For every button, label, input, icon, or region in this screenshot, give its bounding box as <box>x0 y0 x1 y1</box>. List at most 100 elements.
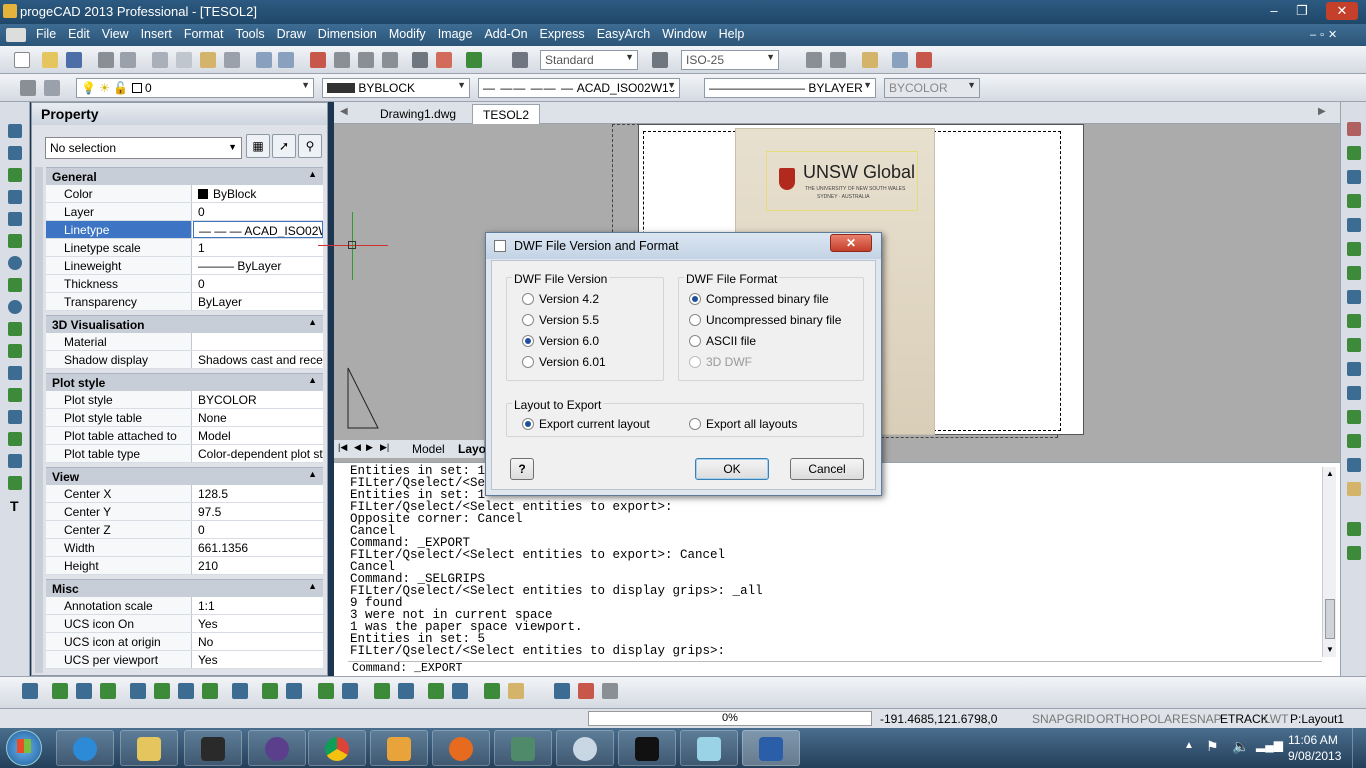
prop-row-ucs-icon-origin[interactable]: UCS icon at origin No <box>46 633 323 651</box>
radio-uncompressed-binary[interactable]: Uncompressed binary file <box>689 313 841 327</box>
dim-ordinate-icon[interactable] <box>76 683 92 699</box>
group-3d-visualisation[interactable]: 3D Visualisation ▲ <box>46 315 323 333</box>
ray-icon[interactable] <box>8 146 22 160</box>
rotate-icon[interactable] <box>1347 266 1361 280</box>
restore-button[interactable]: ❐ <box>1290 2 1314 20</box>
prop-row-lineweight[interactable]: Lineweight ——— ByLayer <box>46 257 323 275</box>
paste-icon[interactable] <box>200 52 216 68</box>
prop-row-plot-style-table[interactable]: Plot style table None <box>46 409 323 427</box>
dim-angular-icon[interactable] <box>130 683 146 699</box>
menu-format[interactable]: Format <box>178 24 230 41</box>
ellipse-icon[interactable] <box>8 300 22 314</box>
hatch-icon[interactable] <box>8 410 22 424</box>
menu-express[interactable]: Express <box>534 24 591 41</box>
collapse-icon[interactable]: ▲ <box>308 169 317 179</box>
grips-icon[interactable] <box>830 52 846 68</box>
toggle-etrack[interactable]: ETRACK <box>1220 712 1269 726</box>
erase-icon[interactable] <box>1347 122 1361 136</box>
minimize-button[interactable]: – <box>1262 2 1286 20</box>
radio-ascii-file[interactable]: ASCII file <box>689 334 756 348</box>
dim-leader-icon[interactable] <box>202 683 218 699</box>
clock-date[interactable]: 9/08/2013 <box>1288 749 1341 763</box>
menu-window[interactable]: Window <box>656 24 712 41</box>
select-objects-button[interactable]: ➚ <box>272 134 296 158</box>
prop-row-transparency[interactable]: Transparency ByLayer <box>46 293 323 311</box>
nav-prev-icon[interactable]: ◀ <box>354 442 361 453</box>
dim-linear-icon[interactable] <box>22 683 38 699</box>
mirror-icon[interactable] <box>1347 170 1361 184</box>
spline-icon[interactable] <box>8 278 22 292</box>
line-icon[interactable] <box>8 124 22 138</box>
group-misc[interactable]: Misc ▲ <box>46 579 323 597</box>
taskbar-firefox[interactable] <box>432 730 490 766</box>
edit-pline-icon[interactable] <box>1347 482 1361 496</box>
toggle-polar[interactable]: POLAR <box>1140 712 1181 726</box>
dim-style-icon[interactable] <box>652 52 668 68</box>
dim-continue-icon[interactable] <box>178 683 194 699</box>
collapse-icon[interactable]: ▲ <box>308 469 317 479</box>
toggle-snap[interactable]: SNAP <box>1032 712 1065 726</box>
extend-icon[interactable] <box>1347 362 1361 376</box>
text-icon[interactable]: T <box>10 498 24 514</box>
prop-row-plot-table-attached[interactable]: Plot table attached to Model <box>46 427 323 445</box>
volume-icon[interactable]: 🔈 <box>1232 738 1249 755</box>
taskbar-paint[interactable] <box>556 730 614 766</box>
toggle-ortho[interactable]: ORTHO <box>1096 712 1139 726</box>
toggle-lwt[interactable]: LWT <box>1264 712 1288 726</box>
find-icon[interactable] <box>916 52 932 68</box>
help-icon[interactable] <box>466 52 482 68</box>
menu-insert[interactable]: Insert <box>135 24 178 41</box>
taskbar-notes[interactable] <box>680 730 738 766</box>
curve-icon[interactable] <box>8 234 22 248</box>
dim-edit-icon[interactable] <box>286 683 302 699</box>
inspect-icon[interactable] <box>508 683 524 699</box>
layer-select[interactable]: 💡 ☀ 🔓 0 ▼ <box>76 78 314 98</box>
revcloud-icon[interactable] <box>8 322 22 336</box>
menu-tools[interactable]: Tools <box>229 24 270 41</box>
menu-file[interactable]: File <box>30 24 62 41</box>
trim-icon[interactable] <box>1347 338 1361 352</box>
flag-icon[interactable]: ⚑ <box>1206 738 1219 755</box>
fillet-icon[interactable] <box>1347 434 1361 448</box>
prop-row-color[interactable]: Color ByBlock <box>46 185 323 203</box>
join-icon[interactable] <box>1347 522 1361 536</box>
nav-first-icon[interactable]: |◀ <box>338 442 347 453</box>
taskbar-media[interactable] <box>370 730 428 766</box>
dim-radius-icon[interactable] <box>100 683 116 699</box>
insert-icon[interactable] <box>8 366 22 380</box>
prop-row-linetype[interactable]: Linetype— — — ACAD_ISO02W... <box>46 221 323 239</box>
toggle-esnap[interactable]: ESNAP <box>1181 712 1222 726</box>
tab-scroll-right-icon[interactable]: ▶ <box>1318 106 1326 117</box>
match-icon[interactable] <box>224 52 240 68</box>
prop-row-material[interactable]: Material <box>46 333 323 351</box>
network-icon[interactable]: ▂▄▆ <box>1256 738 1283 752</box>
text-style-icon[interactable] <box>512 52 528 68</box>
prop-row-ucs-per-viewport[interactable]: UCS per viewport Yes <box>46 651 323 669</box>
dim-space-icon[interactable] <box>452 683 468 699</box>
menu-modify[interactable]: Modify <box>383 24 432 41</box>
collapse-icon[interactable]: ▲ <box>308 375 317 385</box>
group-plot-style[interactable]: Plot style ▲ <box>46 373 323 391</box>
toggle-grid[interactable]: GRID <box>1065 712 1095 726</box>
color-select[interactable]: BYBLOCK ▼ <box>322 78 470 98</box>
tab-tesol2[interactable]: TESOL2 <box>472 104 541 124</box>
plot-icon[interactable] <box>602 683 618 699</box>
menu-dimension[interactable]: Dimension <box>312 24 383 41</box>
new-icon[interactable] <box>14 52 30 68</box>
taskbar-eclipse[interactable] <box>248 730 306 766</box>
command-input[interactable]: Command: _EXPORT <box>348 661 1322 675</box>
zoom-icon[interactable] <box>334 52 350 68</box>
linetype-select[interactable]: — —— —— — ACAD_ISO02W10 ▼ <box>478 78 680 98</box>
dim-aligned-icon[interactable] <box>52 683 68 699</box>
offset-icon[interactable] <box>1347 194 1361 208</box>
array-icon[interactable] <box>1347 218 1361 232</box>
copy-object-icon[interactable] <box>1347 146 1361 160</box>
preview-icon[interactable] <box>120 52 136 68</box>
nav-next-icon[interactable]: ▶ <box>366 442 373 453</box>
nav-last-icon[interactable]: ▶| <box>380 442 389 453</box>
radio-version-4-2[interactable]: Version 4.2 <box>522 292 599 306</box>
copy-icon[interactable] <box>176 52 192 68</box>
prop-row-thickness[interactable]: Thickness 0 <box>46 275 323 293</box>
prop-row-shadow-display[interactable]: Shadow display Shadows cast and recei... <box>46 351 323 369</box>
radio-export-current-layout[interactable]: Export current layout <box>522 417 650 431</box>
